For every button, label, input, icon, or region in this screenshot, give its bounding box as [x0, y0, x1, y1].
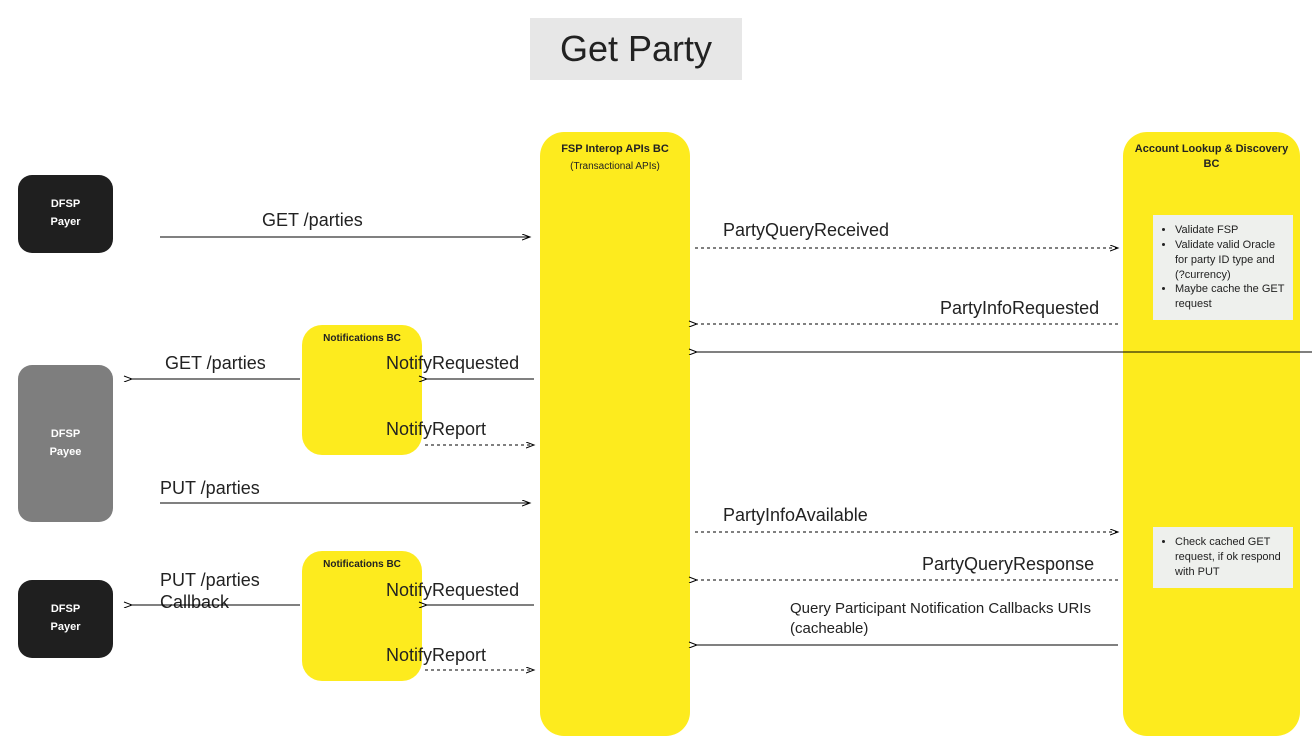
actor-dfsp-payer-bot: DFSP Payer	[18, 580, 113, 658]
box-title: Notifications BC	[323, 333, 401, 344]
msg-notify-report-1: NotifyReport	[386, 419, 486, 440]
actor-dfsp-payee: DFSP Payee	[18, 365, 113, 522]
column-header: FSP Interop APIs BC	[540, 132, 690, 157]
msg-put-parties-cb-l2: Callback	[160, 592, 229, 613]
column-subheader: (Transactional APIs)	[540, 161, 690, 172]
msg-query-callbacks-l1: Query Participant Notification Callbacks…	[790, 600, 1091, 617]
msg-notify-requested-1: NotifyRequested	[386, 353, 519, 374]
actor-label: DFSP	[51, 601, 80, 619]
actor-label: Payer	[51, 619, 81, 637]
msg-put-parties-cb-l1: PUT /parties	[160, 570, 260, 591]
msg-party-query-response: PartyQueryResponse	[922, 554, 1094, 575]
note-cache: Check cached GET request, if ok respond …	[1153, 527, 1293, 588]
note-item: Validate FSP	[1175, 223, 1285, 238]
note-validate: Validate FSP Validate valid Oracle for p…	[1153, 215, 1293, 320]
note-item: Maybe cache the GET request	[1175, 282, 1285, 312]
actor-label: DFSP	[51, 426, 80, 444]
note-item: Check cached GET request, if ok respond …	[1175, 535, 1285, 580]
msg-query-callbacks-l2: (cacheable)	[790, 620, 868, 637]
msg-party-info-requested: PartyInfoRequested	[940, 298, 1099, 319]
msg-get-parties-top: GET /parties	[262, 210, 363, 231]
msg-get-parties-mid: GET /parties	[165, 353, 266, 374]
msg-party-query-received: PartyQueryReceived	[723, 220, 889, 241]
actor-label: Payee	[50, 444, 82, 462]
msg-party-info-available: PartyInfoAvailable	[723, 505, 868, 526]
actor-label: Payer	[51, 214, 81, 232]
note-item: Validate valid Oracle for party ID type …	[1175, 238, 1285, 283]
box-title: Notifications BC	[323, 559, 401, 570]
column-header: Account Lookup & Discovery BC	[1123, 132, 1300, 173]
msg-put-parties: PUT /parties	[160, 478, 260, 499]
msg-notify-report-2: NotifyReport	[386, 645, 486, 666]
diagram-title: Get Party	[530, 18, 742, 80]
column-fsp-interop: FSP Interop APIs BC (Transactional APIs)	[540, 132, 690, 736]
actor-label: DFSP	[51, 196, 80, 214]
msg-notify-requested-2: NotifyRequested	[386, 580, 519, 601]
diagram-stage: Get Party DFSP Payer DFSP Payee DFSP Pay…	[0, 0, 1312, 748]
actor-dfsp-payer-top: DFSP Payer	[18, 175, 113, 253]
